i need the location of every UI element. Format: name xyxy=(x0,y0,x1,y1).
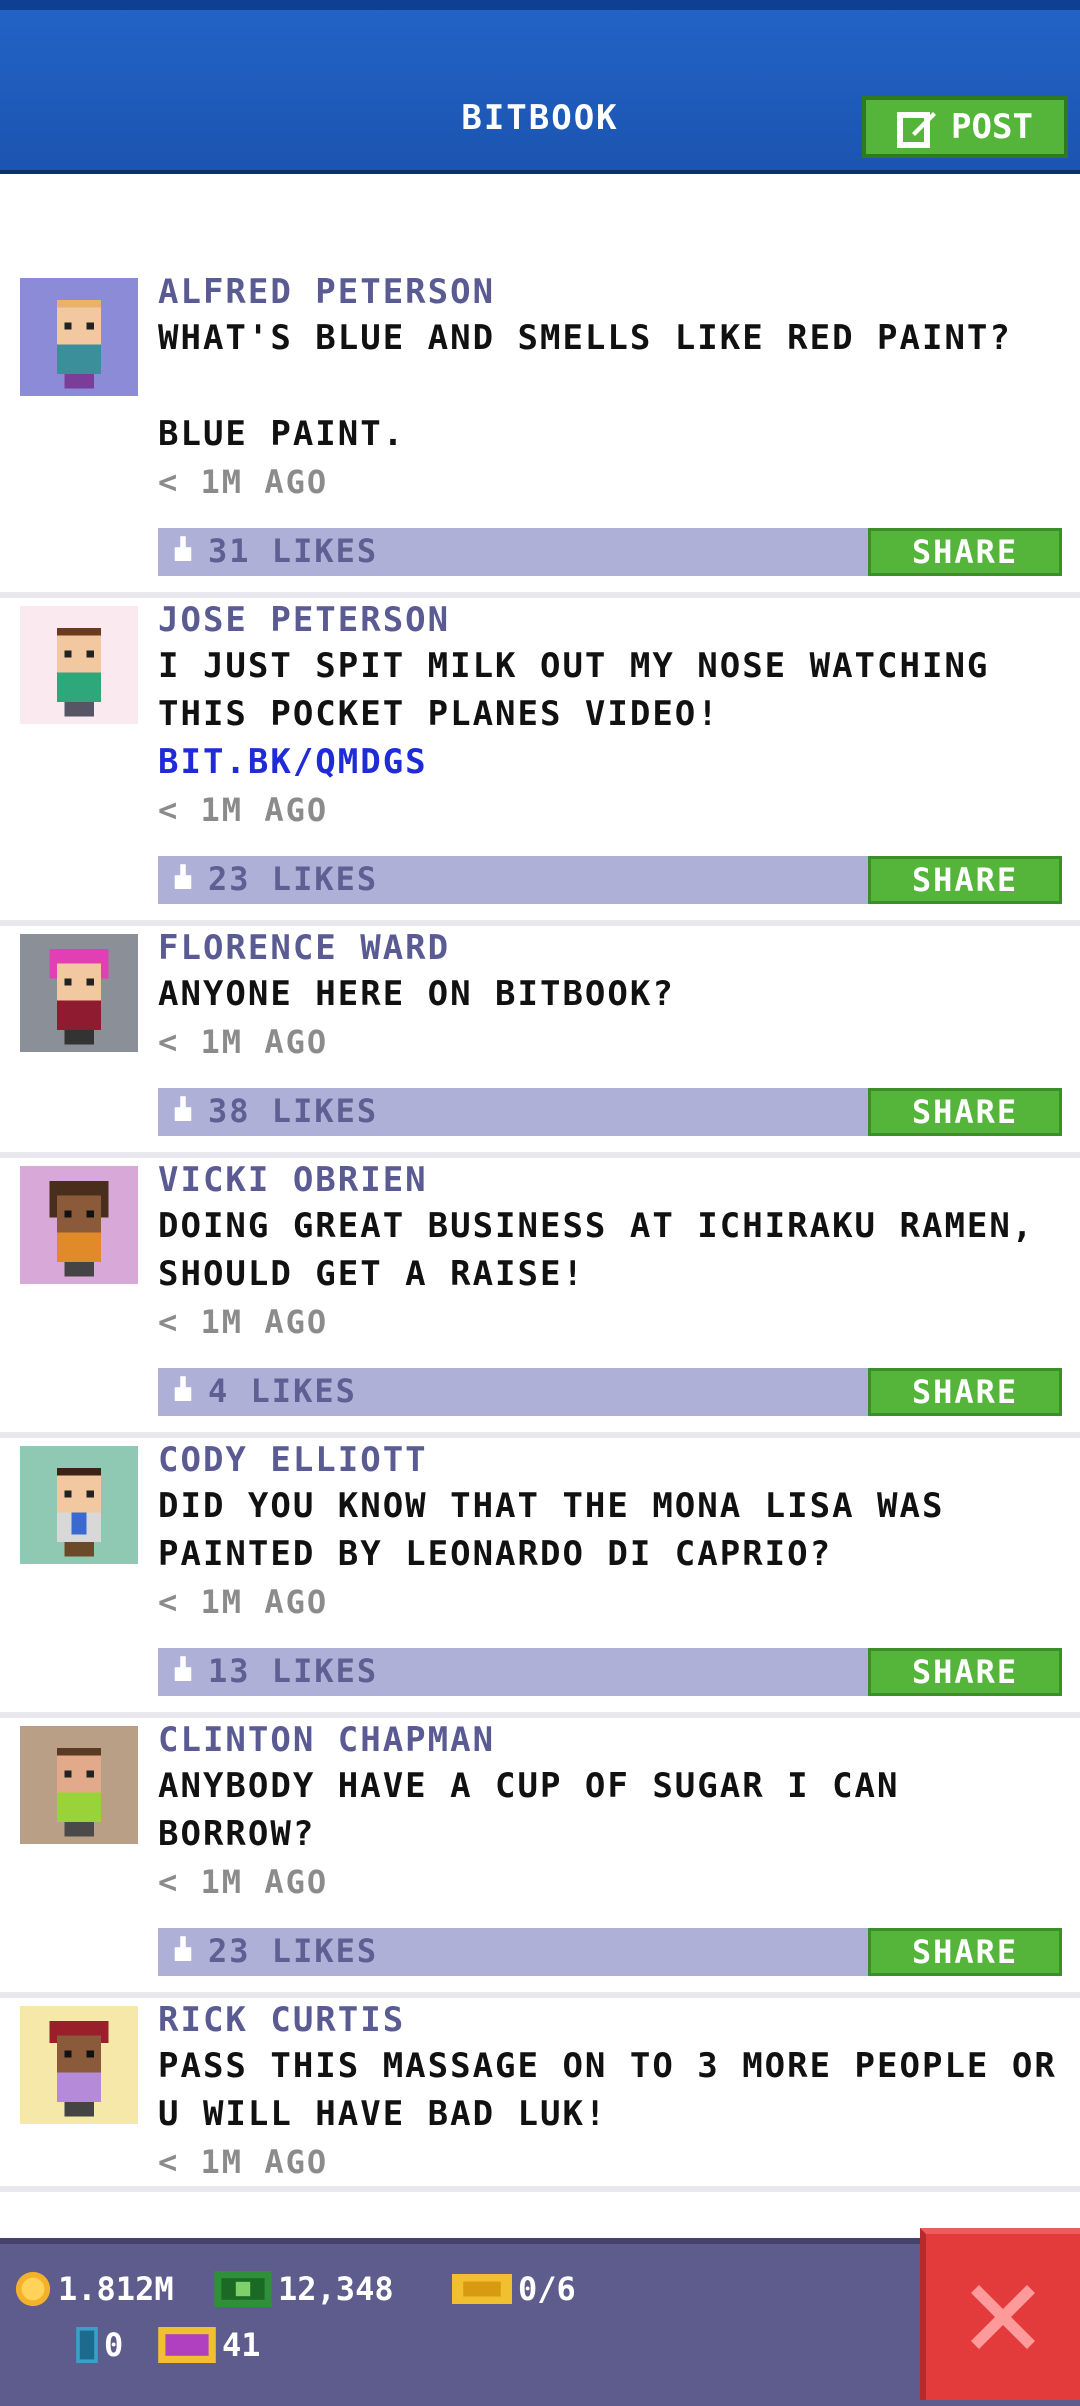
thumbs-up-icon xyxy=(174,864,192,889)
likes-bar[interactable]: 13 LIKES SHARE xyxy=(158,1648,1062,1696)
post-author[interactable]: CLINTON CHAPMAN xyxy=(158,1718,1064,1762)
share-button[interactable]: SHARE xyxy=(868,1928,1062,1976)
post-time: < 1M AGO xyxy=(158,1583,329,1621)
feed-list[interactable]: ALFRED PETERSON WHAT'S BLUE AND SMELLS L… xyxy=(0,270,1080,2192)
bux-stat: 12,348 xyxy=(214,2270,394,2308)
post-time: < 1M AGO xyxy=(158,791,329,829)
ticket-icon xyxy=(452,2274,512,2304)
close-button[interactable] xyxy=(920,2228,1080,2400)
avatar[interactable] xyxy=(20,1166,138,1284)
bux-icon xyxy=(214,2271,272,2307)
post-author[interactable]: RICK CURTIS xyxy=(158,1998,1064,2042)
thumbs-up-icon xyxy=(174,1376,192,1401)
post-button-label: POST xyxy=(951,107,1033,147)
elevator-icon xyxy=(76,2327,98,2363)
coins-value: 1.812M xyxy=(58,2270,174,2308)
bux-value: 12,348 xyxy=(278,2270,394,2308)
feed-post: CODY ELLIOTT DID YOU KNOW THAT THE MONA … xyxy=(0,1438,1080,1718)
thumbs-up-icon xyxy=(174,536,192,561)
avatar[interactable] xyxy=(20,278,138,396)
post-time: < 1M AGO xyxy=(158,1023,329,1061)
avatar[interactable] xyxy=(20,606,138,724)
feed-post: VICKI OBRIEN DOING GREAT BUSINESS AT ICH… xyxy=(0,1158,1080,1438)
thumbs-up-icon xyxy=(174,1656,192,1681)
coins-stat: 1.812M xyxy=(14,2270,174,2308)
avatar[interactable] xyxy=(20,2006,138,2124)
share-button[interactable]: SHARE xyxy=(868,856,1062,904)
feed-post: RICK CURTIS PASS THIS MASSAGE ON TO 3 MO… xyxy=(0,1998,1080,2192)
likes-bar[interactable]: 4 LIKES SHARE xyxy=(158,1368,1062,1416)
post-author[interactable]: VICKI OBRIEN xyxy=(158,1158,1064,1202)
post-message: I JUST SPIT MILK OUT MY NOSE WATCHING TH… xyxy=(158,646,990,734)
post-time: < 1M AGO xyxy=(158,2143,329,2181)
avatar[interactable] xyxy=(20,1446,138,1564)
post-author[interactable]: CODY ELLIOTT xyxy=(158,1438,1064,1482)
post-message: PASS THIS MASSAGE ON TO 3 MORE PEOPLE OR… xyxy=(158,2046,1057,2134)
share-button[interactable]: SHARE xyxy=(868,528,1062,576)
share-button[interactable]: SHARE xyxy=(868,1368,1062,1416)
vip-stat: 41 xyxy=(158,2326,261,2364)
avatar[interactable] xyxy=(20,934,138,1052)
post-message: DOING GREAT BUSINESS AT ICHIRAKU RAMEN, … xyxy=(158,1206,1035,1294)
post-message: ANYBODY HAVE A CUP OF SUGAR I CAN BORROW… xyxy=(158,1766,900,1854)
likes-count: 38 LIKES xyxy=(208,1092,379,1130)
vip-value: 41 xyxy=(222,2326,261,2364)
likes-bar[interactable]: 31 LIKES SHARE xyxy=(158,528,1062,576)
likes-count: 13 LIKES xyxy=(208,1652,379,1690)
coin-icon xyxy=(15,2271,51,2307)
thumbs-up-icon xyxy=(174,1936,192,1961)
share-button[interactable]: SHARE xyxy=(868,1088,1062,1136)
feed-post: CLINTON CHAPMAN ANYBODY HAVE A CUP OF SU… xyxy=(0,1718,1080,1998)
post-message: DID YOU KNOW THAT THE MONA LISA WAS PAIN… xyxy=(158,1486,945,1574)
likes-bar[interactable]: 38 LIKES SHARE xyxy=(158,1088,1062,1136)
post-time: < 1M AGO xyxy=(158,1303,329,1341)
share-button[interactable]: SHARE xyxy=(868,1648,1062,1696)
vip-icon xyxy=(158,2327,216,2363)
tickets-stat: 0/6 xyxy=(452,2270,576,2308)
tickets-value: 0/6 xyxy=(518,2270,576,2308)
feed-post: ALFRED PETERSON WHAT'S BLUE AND SMELLS L… xyxy=(0,270,1080,598)
likes-count: 23 LIKES xyxy=(208,1932,379,1970)
compose-icon xyxy=(897,112,937,148)
post-link[interactable]: BIT.BK/QMDGS xyxy=(158,738,1064,786)
likes-count: 31 LIKES xyxy=(208,532,379,570)
likes-count: 4 LIKES xyxy=(208,1372,357,1410)
items-value: 0 xyxy=(104,2326,124,2364)
likes-bar[interactable]: 23 LIKES SHARE xyxy=(158,1928,1062,1976)
post-time: < 1M AGO xyxy=(158,1863,329,1901)
post-author[interactable]: FLORENCE WARD xyxy=(158,926,1064,970)
post-message: ANYONE HERE ON BITBOOK? xyxy=(158,974,675,1014)
likes-count: 23 LIKES xyxy=(208,860,379,898)
feed-post: JOSE PETERSON I JUST SPIT MILK OUT MY NO… xyxy=(0,598,1080,926)
post-message: WHAT'S BLUE AND SMELLS LIKE RED PAINT? B… xyxy=(158,318,1012,454)
post-author[interactable]: JOSE PETERSON xyxy=(158,598,1064,642)
post-time: < 1M AGO xyxy=(158,463,329,501)
app-header: BITBOOK POST xyxy=(0,0,1080,174)
items-stat: 0 xyxy=(76,2326,123,2364)
thumbs-up-icon xyxy=(174,1096,192,1121)
close-icon xyxy=(971,2285,1035,2349)
feed-post: FLORENCE WARD ANYONE HERE ON BITBOOK? < … xyxy=(0,926,1080,1158)
post-button[interactable]: POST xyxy=(862,96,1068,158)
post-author[interactable]: ALFRED PETERSON xyxy=(158,270,1064,314)
avatar[interactable] xyxy=(20,1726,138,1844)
likes-bar[interactable]: 23 LIKES SHARE xyxy=(158,856,1062,904)
bottom-status-bar: 1.812M 12,348 0/6 0 41 xyxy=(0,2238,1080,2406)
